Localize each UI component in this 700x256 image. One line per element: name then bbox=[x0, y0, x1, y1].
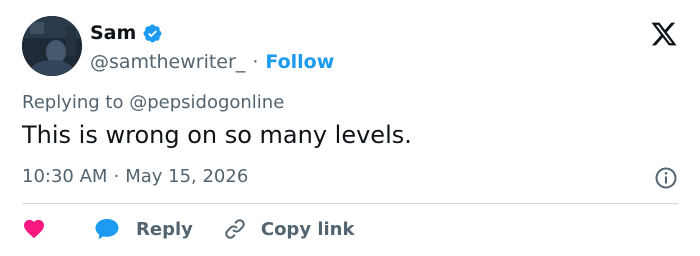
tweet-time: 10:30 AM bbox=[22, 166, 108, 187]
author-handle[interactable]: @samthewriter_ bbox=[90, 51, 245, 73]
author-name[interactable]: Sam bbox=[90, 22, 136, 44]
link-icon bbox=[225, 219, 245, 239]
replying-to-line: Replying to @pepsidogonline bbox=[22, 92, 284, 118]
like-button[interactable] bbox=[22, 217, 46, 241]
reply-label: Reply bbox=[136, 218, 193, 240]
follow-button[interactable]: Follow bbox=[265, 51, 334, 73]
author-block: Sam @samthewriter_ · Follow bbox=[90, 20, 334, 75]
avatar[interactable] bbox=[22, 16, 82, 76]
copy-link-button[interactable]: Copy link bbox=[223, 217, 355, 241]
verified-badge-icon bbox=[143, 24, 162, 42]
info-icon[interactable] bbox=[654, 166, 678, 190]
tweet-timestamp[interactable]: 10:30 AM · May 15, 2026 bbox=[22, 166, 248, 192]
meta-separator: · bbox=[113, 166, 120, 187]
replying-to-handle[interactable]: @pepsidogonline bbox=[129, 92, 284, 113]
avatar-photo bbox=[22, 16, 82, 76]
reply-button[interactable]: Reply bbox=[94, 217, 193, 241]
tweet-embed-card: Sam @samthewriter_ · Follow Replying to … bbox=[0, 0, 700, 256]
author-name-row: Sam bbox=[90, 20, 334, 46]
copy-link-label: Copy link bbox=[260, 218, 355, 240]
speech-bubble-icon bbox=[95, 219, 119, 239]
action-bar: Reply Copy link bbox=[22, 214, 354, 244]
tweet-date: May 15, 2026 bbox=[125, 166, 249, 187]
heart-icon bbox=[24, 219, 44, 239]
replying-prefix: Replying to bbox=[22, 92, 124, 113]
author-handle-row: @samthewriter_ · Follow bbox=[90, 49, 334, 75]
x-logo-icon[interactable] bbox=[650, 20, 678, 48]
tweet-text: This is wrong on so many levels. bbox=[22, 121, 412, 149]
divider bbox=[22, 203, 678, 204]
handle-separator: · bbox=[252, 51, 259, 73]
